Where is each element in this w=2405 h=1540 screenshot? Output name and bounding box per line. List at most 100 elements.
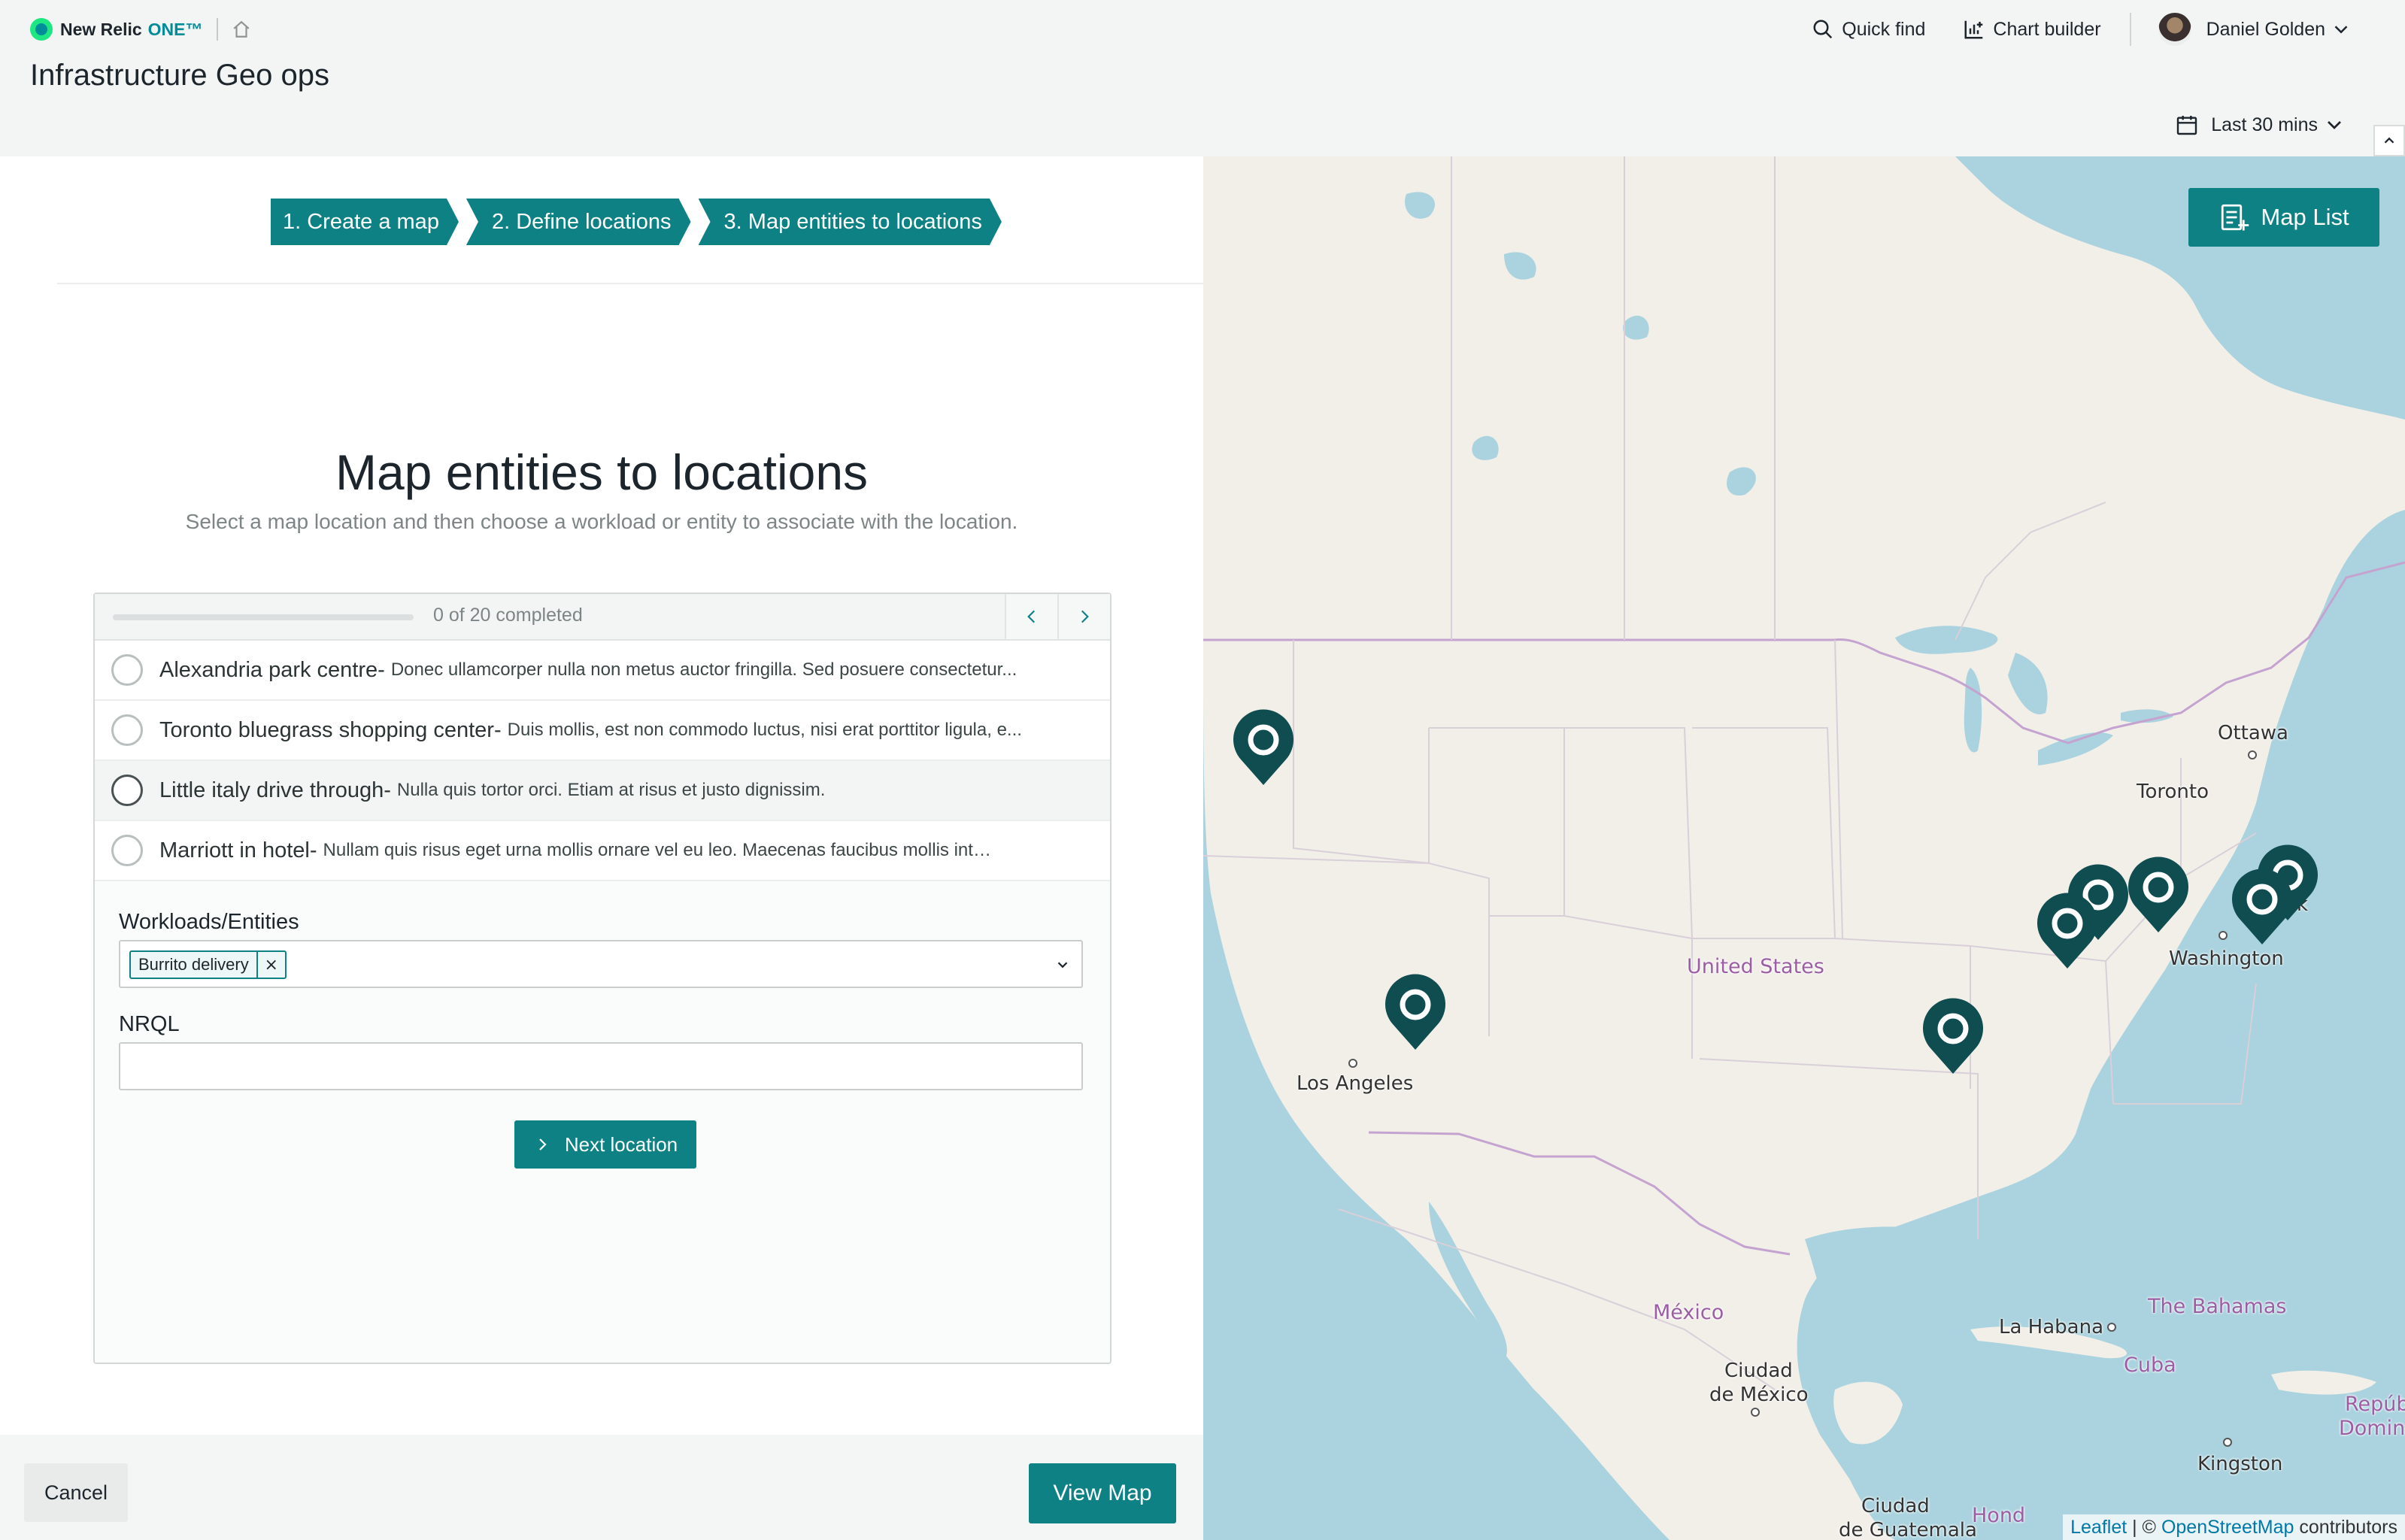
footer: Cancel View Map	[0, 1435, 1203, 1540]
location-card: 0 of 20 completed Alexandria park centre…	[93, 593, 1112, 1364]
map-list-label: Map List	[2261, 204, 2349, 230]
map-label-ottawa: Ottawa	[2218, 722, 2288, 744]
yucatan	[1833, 1381, 1903, 1445]
chevron-down-icon	[2334, 26, 2348, 34]
openstreetmap-link[interactable]: OpenStreetMap	[2161, 1517, 2294, 1538]
attribution-contributors: contributors	[2294, 1516, 2397, 1538]
main-subheading: Select a map location and then choose a …	[185, 510, 1018, 533]
map-label-the-bahamas: The Bahamas	[2148, 1295, 2287, 1318]
location-description: Duis mollis, est non commodo luctus, nis…	[507, 720, 1022, 740]
map-list-button[interactable]: Map List	[2188, 188, 2379, 247]
map-label-ciudad-de-mexico: Ciudad	[1724, 1360, 1793, 1382]
chevron-down-icon[interactable]	[1054, 956, 1071, 973]
location-name: Little italy drive through	[159, 778, 384, 802]
location-description: Nullam quis risus eget urna mollis ornar…	[323, 840, 1000, 860]
location-list: Alexandria park centre - Donec ullamcorp…	[95, 641, 1110, 881]
location-marker-icon[interactable]	[2034, 890, 2100, 972]
brand-name: New Relic	[60, 19, 142, 39]
map[interactable]: Ottawa Toronto Washington k United State…	[1203, 156, 2405, 1540]
map-label-la-habana: La Habana	[1999, 1316, 2104, 1338]
search-icon	[1813, 20, 1833, 39]
city-dot	[2218, 931, 2228, 940]
leaflet-link[interactable]: Leaflet	[2070, 1517, 2127, 1538]
cancel-button[interactable]: Cancel	[24, 1463, 128, 1522]
list-item[interactable]: Marriott in hotel - Nullam quis risus eg…	[95, 821, 1110, 881]
quick-find-button[interactable]: Quick find	[1812, 18, 1925, 41]
radio-button[interactable]	[111, 714, 143, 746]
wizard-steps: 1. Create a map 2. Define locations 3. M…	[271, 199, 1009, 245]
nrql-input[interactable]	[119, 1042, 1083, 1090]
location-marker-icon[interactable]	[1382, 972, 1448, 1053]
gulf-of-mexico	[1805, 1226, 2103, 1402]
list-item[interactable]: Little italy drive through - Nulla quis …	[95, 761, 1110, 821]
map-label-dominicana: Dominica	[2339, 1417, 2405, 1440]
map-label-washington: Washington	[2169, 947, 2284, 970]
quick-find-label: Quick find	[1842, 18, 1926, 40]
step-define-locations[interactable]: 2. Define locations	[466, 199, 691, 245]
tag-remove-button[interactable]: ×	[256, 952, 285, 978]
chevron-left-icon	[1027, 610, 1036, 623]
map-label-ciudad-guatemala-2: de Guatemala	[1839, 1519, 1977, 1540]
location-marker-icon[interactable]	[1920, 996, 1986, 1077]
location-marker-icon[interactable]	[2229, 866, 2295, 947]
location-description: Donec ullamcorper nulla non metus auctor…	[390, 659, 1018, 680]
selected-tag: Burrito delivery ×	[129, 950, 287, 979]
location-name: Alexandria park centre	[159, 657, 378, 682]
avatar	[2158, 13, 2191, 46]
brand[interactable]: New Relic ONE™	[30, 18, 251, 41]
chevron-right-icon	[539, 1138, 547, 1150]
city-dot	[2248, 750, 2257, 759]
list-item[interactable]: Alexandria park centre - Donec ullamcorp…	[95, 641, 1110, 701]
workloads-select[interactable]: Burrito delivery ×	[119, 940, 1083, 988]
step-create-map[interactable]: 1. Create a map	[271, 199, 459, 245]
location-marker-icon[interactable]	[1230, 707, 1297, 788]
pager	[1005, 594, 1110, 639]
chevron-up-icon	[2384, 137, 2394, 144]
map-label-ciudad-guatemala: Ciudad	[1861, 1495, 1930, 1517]
map-label-toronto: Toronto	[2137, 781, 2209, 803]
radio-button[interactable]	[111, 835, 143, 866]
tag-label: Burrito delivery	[138, 955, 249, 974]
top-actions: Quick find Chart builder Daniel Golden	[1774, 13, 2360, 46]
home-icon[interactable]	[232, 20, 251, 39]
progress-bar	[113, 614, 414, 620]
list-item[interactable]: Toronto bluegrass shopping center - Duis…	[95, 701, 1110, 761]
map-label-ciudad-de-mexico-2: de México	[1709, 1384, 1809, 1406]
view-map-button[interactable]: View Map	[1029, 1463, 1176, 1523]
chart-icon	[1964, 20, 1983, 39]
location-separator: -	[493, 717, 502, 742]
map-label-republica: Repúbli	[2345, 1393, 2405, 1416]
map-label-kingston: Kingston	[2197, 1453, 2283, 1475]
radio-button[interactable]	[111, 775, 143, 806]
city-dot	[2223, 1438, 2232, 1447]
user-name: Daniel Golden	[2206, 18, 2325, 40]
time-picker-label: Last 30 mins	[2211, 114, 2318, 135]
next-location-button[interactable]: Next location	[514, 1120, 696, 1169]
location-description: Nulla quis tortor orci. Etiam at risus e…	[396, 780, 826, 800]
chevron-down-icon	[2328, 121, 2341, 129]
user-menu[interactable]: Daniel Golden	[2131, 13, 2360, 46]
brand-one: ONE™	[147, 19, 203, 39]
location-separator: -	[384, 778, 391, 802]
divider	[57, 283, 1203, 284]
map-label-mexico: México	[1653, 1301, 1724, 1324]
previous-button[interactable]	[1005, 594, 1057, 639]
chevron-right-icon	[1081, 610, 1089, 623]
time-picker[interactable]: Last 30 mins	[2175, 113, 2358, 137]
progress-text: 0 of 20 completed	[433, 605, 583, 626]
chart-builder-label: Chart builder	[1993, 18, 2101, 40]
radio-button[interactable]	[111, 654, 143, 686]
location-name: Marriott in hotel	[159, 838, 310, 862]
city-dot	[1751, 1408, 1760, 1417]
left-panel: 1. Create a map 2. Define locations 3. M…	[0, 156, 1203, 1540]
next-button[interactable]	[1057, 594, 1110, 639]
new-relic-logo-icon	[30, 18, 53, 41]
step-map-entities[interactable]: 3. Map entities to locations	[699, 199, 1002, 245]
city-dot	[1348, 1059, 1357, 1068]
collapse-button[interactable]	[2373, 125, 2405, 156]
location-marker-icon[interactable]	[2125, 854, 2191, 935]
chart-builder-button[interactable]: Chart builder	[1963, 18, 2101, 41]
nrql-label: NRQL	[119, 1012, 180, 1036]
calendar-icon	[2177, 116, 2197, 135]
city-dot	[2107, 1323, 2116, 1332]
